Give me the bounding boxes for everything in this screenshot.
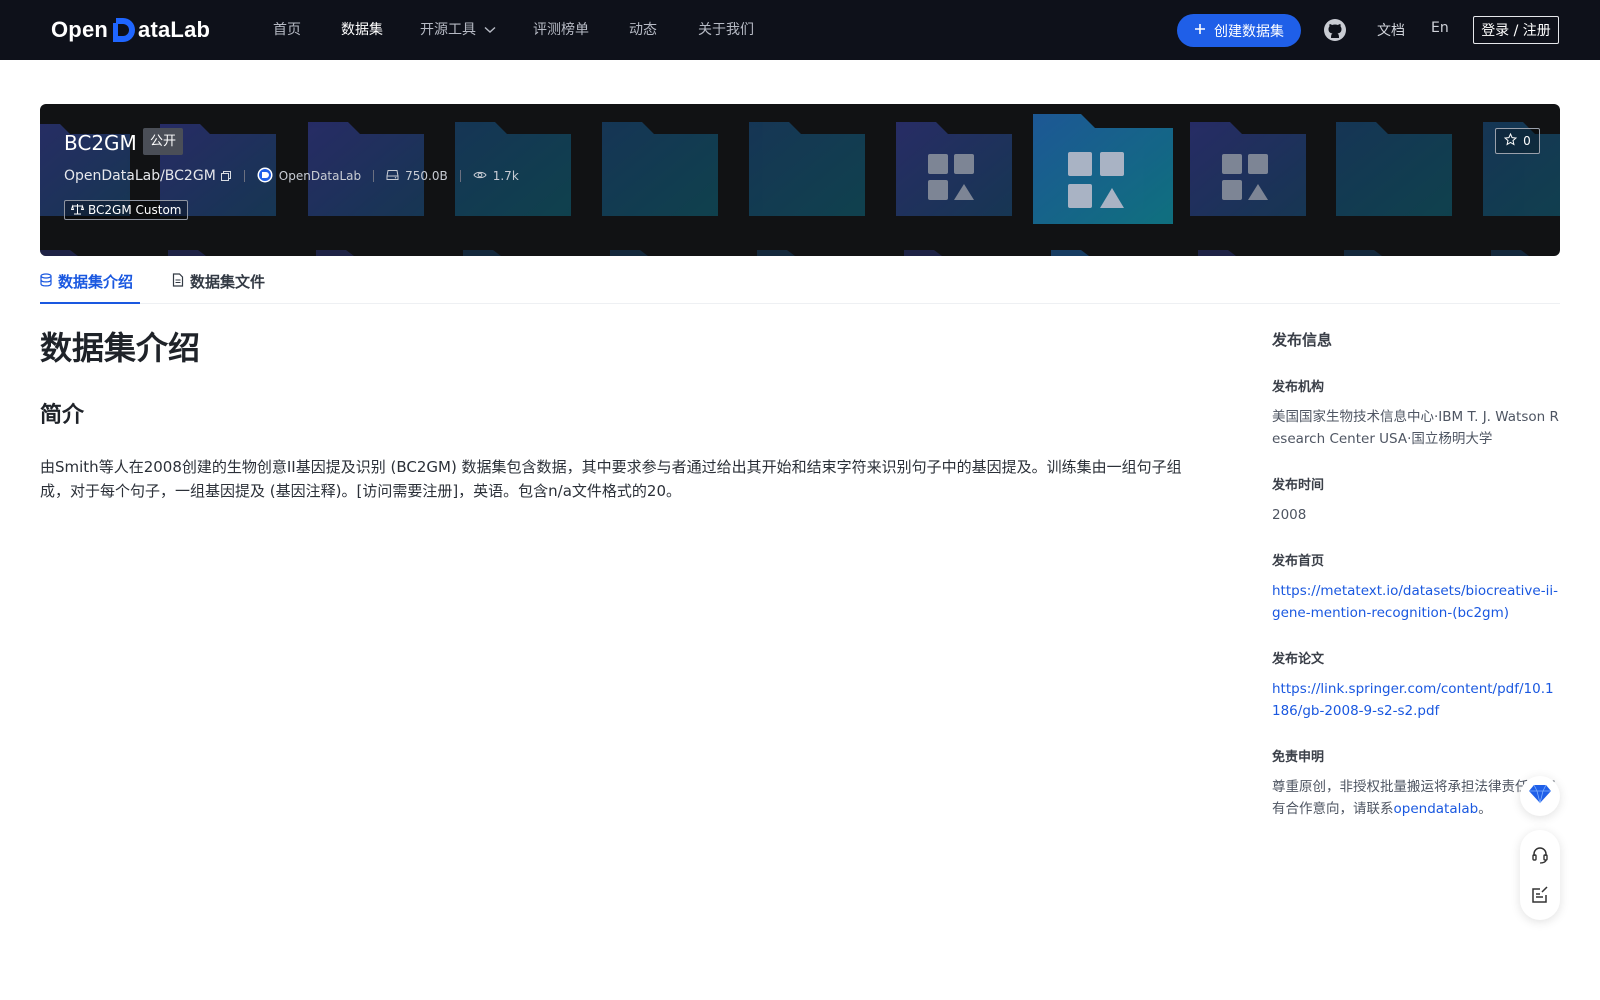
star-count: 0 xyxy=(1523,134,1531,148)
publish-info-panel: 发布信息 发布机构 美国国家生物技术信息中心·IBM T. J. Watson … xyxy=(1272,328,1562,820)
github-icon[interactable] xyxy=(1323,18,1347,42)
plus-icon xyxy=(1194,23,1206,39)
headset-icon[interactable] xyxy=(1530,845,1550,865)
star-button[interactable]: 0 xyxy=(1495,128,1540,154)
publisher[interactable]: OpenDataLab xyxy=(257,167,361,186)
language-switch[interactable]: En xyxy=(1431,20,1449,36)
nav-leaderboard[interactable]: 评测榜单 xyxy=(533,20,589,40)
publisher-avatar-icon xyxy=(257,167,273,186)
dataset-size: 750.0B xyxy=(386,169,448,184)
top-navbar: Open ataLab 首页 数据集 开源工具 评测榜单 动态 关于我们 创建数… xyxy=(0,0,1600,60)
assistant-button[interactable] xyxy=(1520,776,1560,816)
file-icon xyxy=(172,273,184,291)
tab-dataset-intro-label: 数据集介绍 xyxy=(58,273,134,291)
paper-link[interactable]: https://link.springer.com/content/pdf/10… xyxy=(1272,678,1562,722)
logo-mark-icon xyxy=(109,16,137,44)
divider xyxy=(373,170,375,182)
docs-link[interactable]: 文档 xyxy=(1377,20,1405,40)
section-heading: 简介 xyxy=(40,403,85,428)
license-tag[interactable]: BC2GM Custom xyxy=(64,200,189,220)
time-label: 发布时间 xyxy=(1272,478,1325,493)
diamond-icon xyxy=(1528,784,1552,808)
logo[interactable]: Open ataLab xyxy=(51,15,210,45)
copy-icon[interactable] xyxy=(220,170,232,182)
org-label: 发布机构 xyxy=(1272,380,1325,395)
disclaimer-end: 。 xyxy=(1478,801,1492,817)
login-register-button[interactable]: 登录 / 注册 xyxy=(1473,16,1559,44)
nav-datasets[interactable]: 数据集 xyxy=(341,20,383,40)
dataset-banner: BC2GM 公开 OpenDataLab/BC2GM OpenDataLab 7… xyxy=(40,104,1560,256)
dataset-views: 1.7k xyxy=(473,169,519,183)
create-dataset-button[interactable]: 创建数据集 xyxy=(1177,14,1301,47)
divider xyxy=(243,170,245,182)
nav-news[interactable]: 动态 xyxy=(629,20,657,40)
storage-icon xyxy=(386,169,399,184)
eye-icon xyxy=(473,169,487,183)
tab-dataset-files[interactable]: 数据集文件 xyxy=(172,264,265,304)
dataset-description: 由Smith等人在2008创建的生物创意II基因提及识别 (BC2GM) 数据集… xyxy=(40,458,1182,500)
paper-label: 发布论文 xyxy=(1272,652,1325,667)
homepage-link[interactable]: https://metatext.io/datasets/biocreative… xyxy=(1272,580,1562,624)
homepage-label: 发布首页 xyxy=(1272,554,1325,569)
database-icon xyxy=(40,273,52,291)
nav-open-tools-label: 开源工具 xyxy=(420,22,476,38)
license-label: BC2GM Custom xyxy=(88,203,182,217)
dataset-title: BC2GM xyxy=(64,131,137,155)
content-tabs: 数据集介绍 数据集文件 xyxy=(40,264,1560,304)
disclaimer-label: 免责申明 xyxy=(1272,750,1325,765)
chevron-down-icon xyxy=(484,20,496,40)
logo-text-left: Open xyxy=(51,17,109,42)
dataset-meta-row: OpenDataLab/BC2GM OpenDataLab 750.0B 1.7… xyxy=(64,166,519,186)
visibility-badge: 公开 xyxy=(143,128,184,155)
time-value: 2008 xyxy=(1272,507,1307,523)
nav-about[interactable]: 关于我们 xyxy=(698,20,754,40)
create-dataset-label: 创建数据集 xyxy=(1214,23,1284,40)
contact-link[interactable]: opendatalab xyxy=(1394,801,1479,817)
logo-text-right: ataLab xyxy=(138,17,211,42)
nav-home[interactable]: 首页 xyxy=(273,20,301,40)
dataset-views-value: 1.7k xyxy=(492,169,519,183)
dataset-size-value: 750.0B xyxy=(405,169,448,183)
publish-info-title: 发布信息 xyxy=(1272,331,1333,349)
scale-icon xyxy=(70,203,85,218)
tab-dataset-intro[interactable]: 数据集介绍 xyxy=(40,264,140,304)
nav-open-tools[interactable]: 开源工具 xyxy=(420,20,496,40)
org-value: 美国国家生物技术信息中心·IBM T. J. Watson Research C… xyxy=(1272,409,1559,447)
dataset-path: OpenDataLab/BC2GM xyxy=(64,168,216,184)
floating-toolbar xyxy=(1520,830,1560,920)
divider xyxy=(459,170,461,182)
star-icon xyxy=(1503,132,1518,149)
tab-dataset-files-label: 数据集文件 xyxy=(190,273,266,291)
page-title: 数据集介绍 xyxy=(40,329,201,367)
feedback-icon[interactable] xyxy=(1530,885,1550,905)
disclaimer-text: 尊重原创，非授权批量搬运将承担法律责任。如有合作意向，请联系opendatala… xyxy=(1272,776,1562,820)
publisher-name: OpenDataLab xyxy=(278,169,362,183)
